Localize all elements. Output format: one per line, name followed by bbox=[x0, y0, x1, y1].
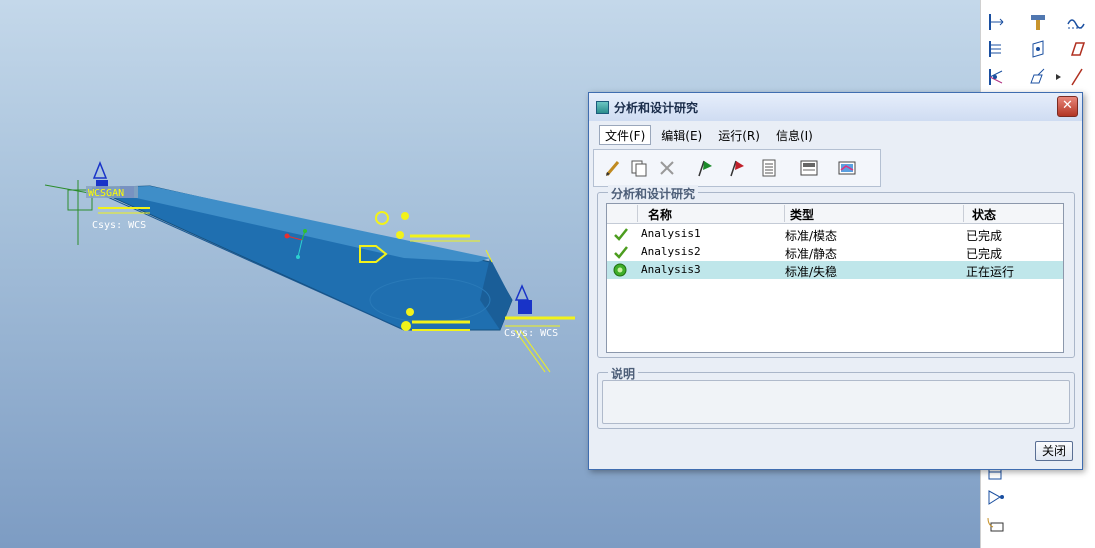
study-type: 标准/模态 bbox=[785, 229, 838, 243]
close-window-button[interactable]: ✕ bbox=[1057, 96, 1078, 117]
copy-icon[interactable] bbox=[628, 157, 650, 179]
datum-axis-icon[interactable] bbox=[984, 38, 1006, 60]
column-name[interactable]: 名称 bbox=[648, 206, 672, 223]
csys-icon[interactable] bbox=[984, 66, 1006, 88]
running-icon bbox=[612, 262, 628, 281]
right-constraint: Csys: WCS bbox=[504, 284, 575, 373]
report-icon[interactable] bbox=[798, 157, 820, 179]
dialog-app-icon bbox=[596, 101, 609, 114]
svg-text:Csys: WCS: Csys: WCS bbox=[504, 328, 558, 339]
dialog-titlebar[interactable]: 分析和设计研究 ✕ bbox=[589, 93, 1082, 121]
surface-icon[interactable] bbox=[1065, 38, 1087, 60]
pencil-icon[interactable] bbox=[602, 157, 624, 179]
green-flag-icon[interactable] bbox=[694, 157, 716, 179]
red-flag-icon[interactable] bbox=[726, 157, 748, 179]
study-name: Analysis1 bbox=[641, 227, 701, 240]
measure-icon[interactable] bbox=[984, 487, 1006, 509]
datum-curve-icon[interactable] bbox=[1065, 66, 1087, 88]
table-header: 名称 类型 状态 bbox=[607, 204, 1063, 224]
svg-text:Csys: WCS: Csys: WCS bbox=[92, 220, 146, 231]
study-type: 标准/静态 bbox=[785, 247, 838, 261]
results-icon[interactable] bbox=[836, 157, 858, 179]
study-status: 正在运行 bbox=[966, 265, 1015, 279]
transform-icon[interactable] bbox=[1027, 66, 1049, 88]
dialog-title: 分析和设计研究 bbox=[614, 101, 699, 115]
tag-icon[interactable] bbox=[984, 514, 1006, 536]
sketch-curve-icon[interactable] bbox=[1065, 11, 1087, 33]
dialog-toolbar bbox=[593, 149, 881, 187]
list-icon[interactable] bbox=[758, 157, 780, 179]
menu-file[interactable]: 文件(F) bbox=[599, 125, 652, 145]
hammer-icon[interactable] bbox=[1027, 11, 1049, 33]
datum-point-icon[interactable] bbox=[1027, 38, 1049, 60]
table-row[interactable]: Analysis2 标准/静态 已完成 bbox=[607, 243, 1063, 261]
column-status[interactable]: 状态 bbox=[972, 206, 996, 223]
column-type[interactable]: 类型 bbox=[790, 206, 814, 223]
menu-info[interactable]: 信息(I) bbox=[770, 125, 819, 145]
analysis-design-study-dialog: 分析和设计研究 ✕ 文件(F) 编辑(E) 运行(R) 信息(I) 分析和设计研… bbox=[588, 92, 1083, 470]
study-name: Analysis2 bbox=[641, 245, 701, 258]
menu-edit[interactable]: 编辑(E) bbox=[655, 125, 708, 145]
table-row[interactable]: Analysis1 标准/模态 已完成 bbox=[607, 225, 1063, 243]
svg-text:WCSGAN: WCSGAN bbox=[88, 188, 124, 199]
study-name: Analysis3 bbox=[641, 263, 701, 276]
studies-table[interactable]: 名称 类型 状态 Analysis1 标准/模态 已完成 Analysis2 标… bbox=[606, 203, 1064, 353]
study-status: 已完成 bbox=[966, 247, 1003, 261]
dialog-menubar: 文件(F) 编辑(E) 运行(R) 信息(I) bbox=[599, 125, 823, 145]
menu-run[interactable]: 运行(R) bbox=[712, 125, 766, 145]
delete-icon[interactable] bbox=[656, 157, 678, 179]
study-type: 标准/失稳 bbox=[785, 265, 838, 279]
study-status: 已完成 bbox=[966, 229, 1003, 243]
description-field[interactable] bbox=[602, 380, 1070, 424]
close-button[interactable]: 关闭 bbox=[1035, 441, 1073, 461]
studies-group-label: 分析和设计研究 bbox=[608, 185, 699, 202]
datum-plane-icon[interactable] bbox=[984, 11, 1006, 33]
table-row[interactable]: Analysis3 标准/失稳 正在运行 bbox=[607, 261, 1063, 279]
